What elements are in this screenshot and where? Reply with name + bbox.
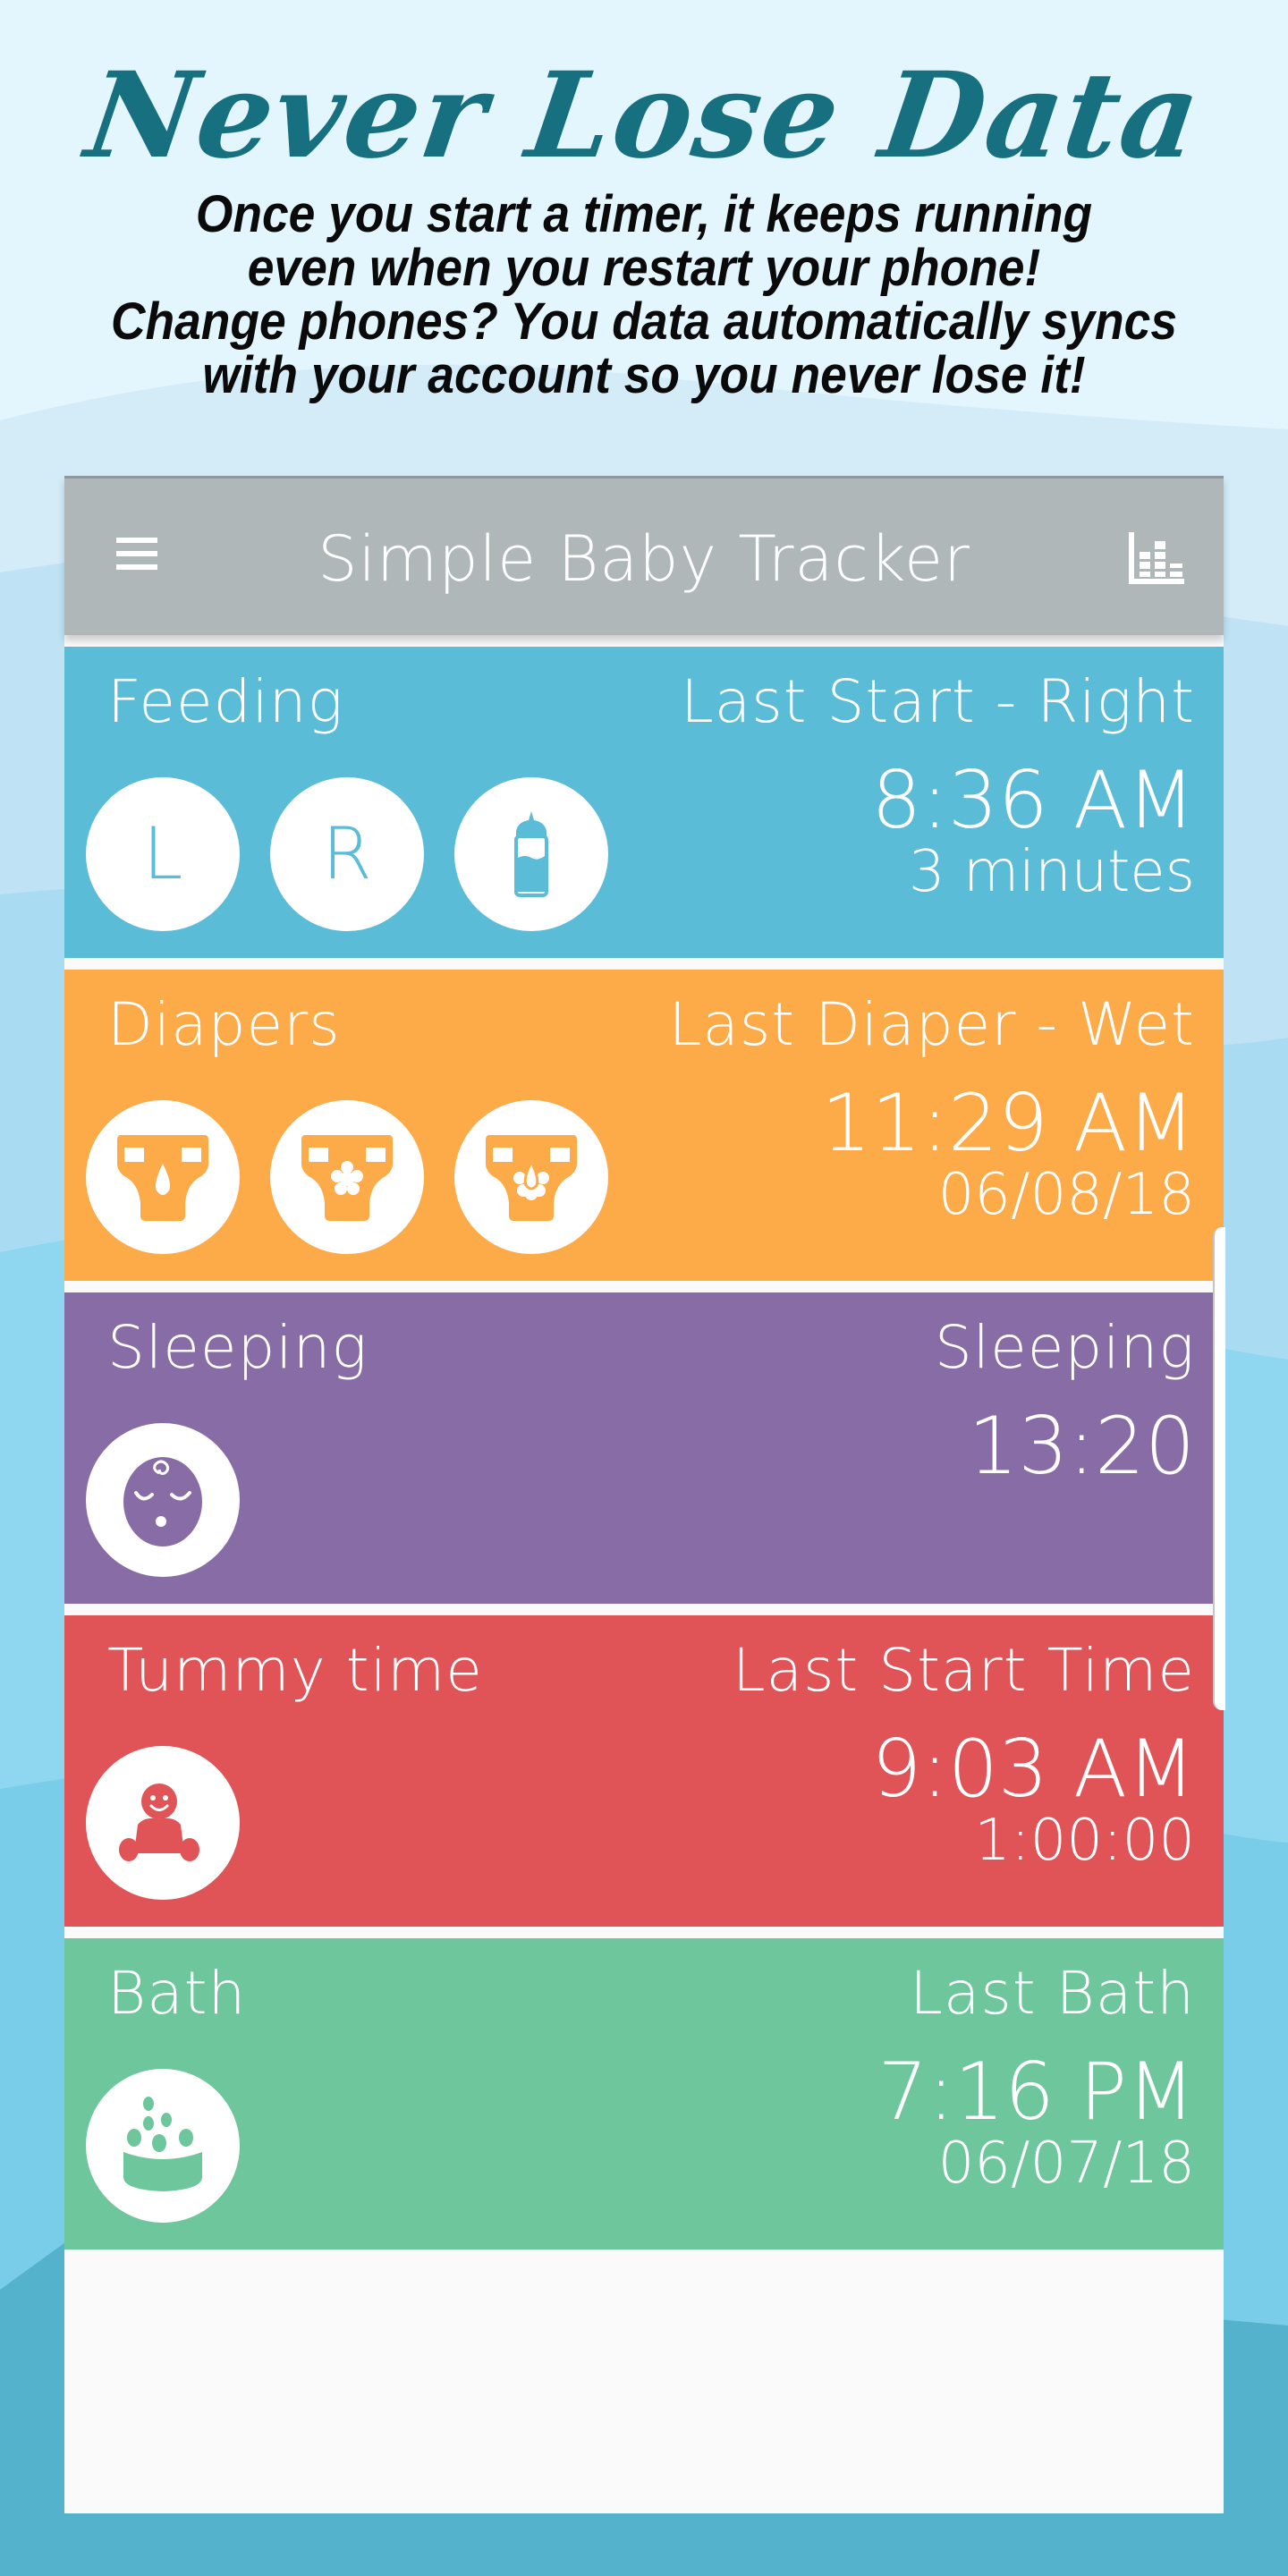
diapers-date: 06/08/18 xyxy=(937,1162,1195,1228)
left-letter: L xyxy=(142,812,183,895)
promo-line: with your account so you never lose it! xyxy=(202,346,1086,404)
sleeping-baby-icon xyxy=(123,1457,202,1546)
promo-line: even when you restart your phone! xyxy=(247,239,1041,297)
app-bar: Simple Baby Tracker xyxy=(64,476,1224,635)
app-title: Simple Baby Tracker xyxy=(318,522,970,596)
bottle-button[interactable] xyxy=(454,777,608,931)
feeding-title: Feeding xyxy=(107,667,344,736)
bath-title: Bath xyxy=(107,1959,247,2028)
feeding-card[interactable]: Feeding Last Start - Right 8:36 AM 3 min… xyxy=(64,647,1224,958)
bath-status-label: Last Bath xyxy=(910,1959,1195,2028)
bath-time: 7:16 PM xyxy=(877,2046,1195,2138)
dirty-diaper-button[interactable] xyxy=(270,1100,424,1254)
sleeping-status-label: Sleeping xyxy=(934,1313,1195,1382)
sleeping-card[interactable]: Sleeping Sleeping 13:20 xyxy=(64,1292,1224,1604)
tummy-time-button[interactable] xyxy=(86,1746,240,1900)
dirty-diaper-icon xyxy=(301,1135,393,1221)
bath-button[interactable] xyxy=(86,2069,240,2223)
feeding-duration: 3 minutes xyxy=(908,839,1195,905)
tummy-time-baby-icon xyxy=(119,1784,199,1861)
diapers-title: Diapers xyxy=(107,990,341,1059)
bathtub-bubbles-icon xyxy=(123,2097,202,2191)
promo-body: Once you start a timer, it keeps running… xyxy=(52,188,1237,402)
mixed-diaper-button[interactable] xyxy=(454,1100,608,1254)
sleeping-title: Sleeping xyxy=(107,1313,369,1382)
sleeping-timer: 13:20 xyxy=(968,1400,1195,1492)
feed-right-button[interactable]: R xyxy=(270,777,424,931)
wet-diaper-icon xyxy=(117,1135,208,1221)
diapers-time: 11:29 AM xyxy=(821,1077,1195,1169)
feed-left-button[interactable]: L xyxy=(86,777,240,931)
diapers-card[interactable]: Diapers Last Diaper - Wet 11:29 AM 06/08… xyxy=(64,970,1224,1281)
tummy-time-status-label: Last Start Time xyxy=(732,1636,1195,1705)
feeding-time: 8:36 AM xyxy=(871,754,1195,846)
diapers-status-label: Last Diaper - Wet xyxy=(668,990,1195,1059)
bath-date: 06/07/18 xyxy=(937,2131,1195,2197)
feeding-status-label: Last Start - Right xyxy=(681,667,1195,736)
app-screen: Simple Baby Tracker Feeding Last Start -… xyxy=(64,476,1224,2513)
tummy-time-card[interactable]: Tummy time Last Start Time 9:03 AM 1:00:… xyxy=(64,1615,1224,1927)
bar-chart-icon xyxy=(1129,532,1184,584)
statistics-button[interactable] xyxy=(1127,532,1184,584)
tummy-time-start: 9:03 AM xyxy=(871,1723,1195,1815)
tummy-time-title: Tummy time xyxy=(107,1636,483,1705)
bath-card[interactable]: Bath Last Bath 7:16 PM 06/07/18 xyxy=(64,1938,1224,2250)
right-letter: R xyxy=(322,812,372,895)
wet-diaper-button[interactable] xyxy=(86,1100,240,1254)
sleep-button[interactable] xyxy=(86,1423,240,1577)
baby-bottle-icon xyxy=(514,811,548,897)
mixed-diaper-icon xyxy=(486,1135,577,1221)
promo-headline: Never Lose Data xyxy=(78,47,1210,185)
scrollbar-handle[interactable] xyxy=(1213,1227,1225,1710)
promo-line: Change phones? You data automatically sy… xyxy=(110,292,1178,351)
promo-line: Once you start a timer, it keeps running xyxy=(195,185,1093,243)
tummy-time-duration: 1:00:00 xyxy=(974,1808,1195,1874)
